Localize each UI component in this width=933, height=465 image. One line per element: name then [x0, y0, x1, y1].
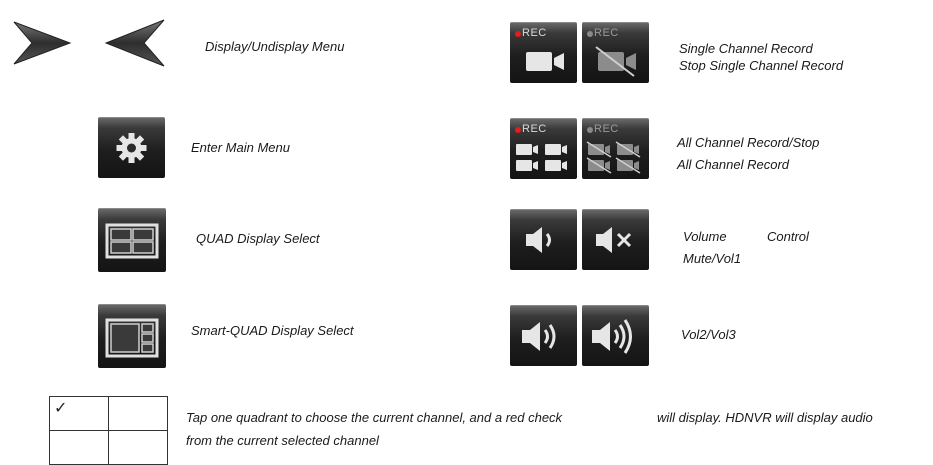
single-record-label-2: Stop Single Channel Record	[679, 58, 844, 73]
smart-quad-display-button[interactable]	[98, 304, 166, 368]
quadrant-3[interactable]	[49, 430, 109, 465]
quad-layout-icon	[105, 223, 159, 259]
check-mark-icon: ✓	[54, 400, 68, 417]
single-channel-record-button[interactable]: REC	[510, 22, 577, 83]
speaker-vol2-icon	[522, 322, 556, 351]
chevron-left-icon[interactable]	[104, 16, 166, 70]
quad-display-label: QUAD Display Select	[196, 231, 320, 246]
volume-level-2-button[interactable]	[510, 305, 577, 366]
footer-line-1a: Tap one quadrant to choose the current c…	[186, 410, 563, 425]
volume-label-1b: Control	[767, 229, 809, 244]
stop-single-channel-record-button[interactable]: REC	[582, 22, 649, 83]
main-menu-label: Enter Main Menu	[191, 140, 290, 155]
footer-line-2: from the current selected channel	[186, 433, 379, 448]
multi-camera-record-icon	[516, 144, 567, 171]
multi-camera-record-off-icon	[586, 141, 641, 174]
chevron-right-icon[interactable]	[12, 18, 72, 68]
smart-quad-display-label: Smart-QUAD Display Select	[191, 323, 354, 338]
all-channel-record-button[interactable]: REC	[510, 118, 577, 179]
volume-button[interactable]	[510, 209, 577, 270]
speaker-mute-icon	[596, 227, 632, 253]
camera-record-off-icon	[595, 46, 636, 77]
all-record-label-2: All Channel Record	[677, 157, 790, 172]
smart-quad-layout-icon	[105, 318, 159, 358]
menu-toggle-label: Display/Undisplay Menu	[205, 39, 345, 54]
all-record-label-1: All Channel Record/Stop	[677, 135, 820, 150]
quadrant-4[interactable]	[108, 430, 168, 465]
volume-levels-label: Vol2/Vol3	[681, 327, 736, 342]
speaker-vol3-icon	[592, 319, 632, 354]
main-menu-button[interactable]	[98, 117, 165, 178]
all-channel-record-stop-button[interactable]: REC	[582, 118, 649, 179]
footer-line-1b: will display. HDNVR will display audio	[657, 410, 873, 425]
mute-button[interactable]	[582, 209, 649, 270]
quadrant-2[interactable]	[108, 396, 168, 431]
volume-label-1a: Volume	[683, 229, 727, 244]
volume-label-2: Mute/Vol1	[683, 251, 742, 266]
volume-level-3-button[interactable]	[582, 305, 649, 366]
speaker-icon	[526, 227, 551, 253]
gear-icon	[116, 133, 147, 163]
quad-display-button[interactable]	[98, 208, 166, 272]
quadrant-grid[interactable]: ✓	[49, 396, 168, 465]
single-record-label-1: Single Channel Record	[679, 41, 813, 56]
quadrant-1[interactable]: ✓	[49, 396, 109, 431]
camera-record-icon	[526, 52, 564, 71]
